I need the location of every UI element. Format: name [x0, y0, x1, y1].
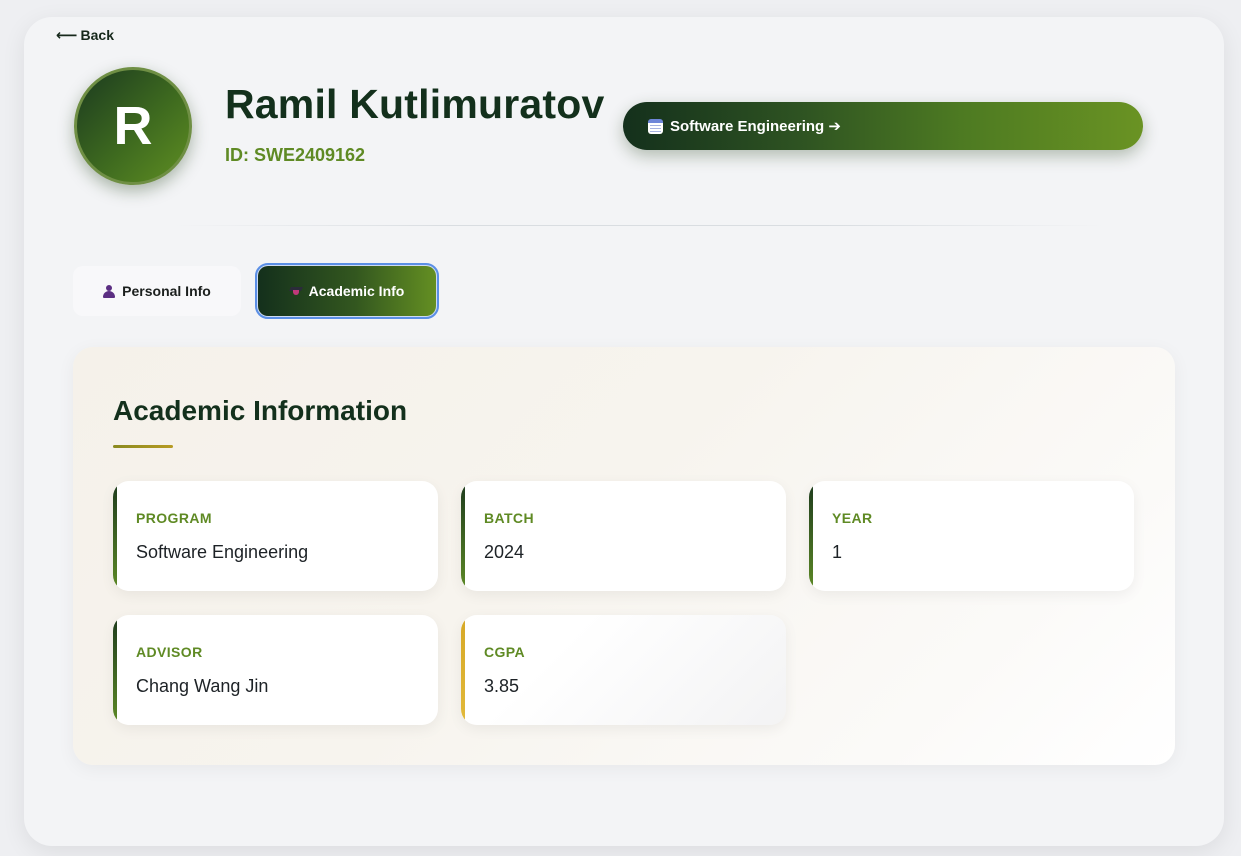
info-card-program: PROGRAM Software Engineering: [113, 481, 438, 591]
section-title: Academic Information: [113, 395, 408, 426]
tab-personal-info-label: Personal Info: [122, 283, 211, 299]
info-card-advisor: ADVISOR Chang Wang Jin: [113, 615, 438, 725]
student-id: ID: SWE2409162: [225, 145, 366, 165]
card-value: 1: [832, 542, 843, 562]
info-card-cgpa: CGPA 3.85: [461, 615, 786, 725]
avatar-initial: R: [113, 96, 153, 156]
title-underline: [113, 445, 173, 448]
card-label: ADVISOR: [136, 644, 203, 660]
academic-info-panel: Academic Information PROGRAM Software En…: [73, 347, 1175, 765]
back-link[interactable]: ⟵ Back: [56, 26, 114, 44]
tab-academic-info[interactable]: Academic Info: [255, 263, 439, 319]
back-label: Back: [80, 27, 114, 43]
card-value: 3.85: [484, 676, 520, 696]
program-button[interactable]: Software Engineering ➔: [623, 102, 1143, 150]
card-label: PROGRAM: [136, 510, 212, 526]
card-value: Chang Wang Jin: [136, 676, 269, 696]
info-card-batch: BATCH 2024: [461, 481, 786, 591]
calendar-icon: [648, 118, 663, 134]
person-icon: [103, 284, 116, 298]
graduation-cap-icon: [290, 285, 302, 297]
card-value: Software Engineering: [136, 542, 309, 562]
back-arrow-icon: ⟵: [56, 27, 78, 44]
card-label: BATCH: [484, 510, 534, 526]
program-button-label: Software Engineering ➔: [670, 118, 841, 135]
card-value: 2024: [484, 542, 525, 562]
tab-personal-info[interactable]: Personal Info: [73, 266, 241, 316]
card-label: CGPA: [484, 644, 526, 660]
avatar: R: [74, 67, 192, 185]
card-label: YEAR: [832, 510, 873, 526]
info-card-year: YEAR 1: [809, 481, 1134, 591]
tab-academic-info-label: Academic Info: [308, 283, 405, 299]
student-name: Ramil Kutlimuratov: [225, 81, 605, 127]
profile-page: ⟵ Back R Ramil Kutlimuratov ID: SWE24091…: [24, 17, 1224, 846]
header-divider: [174, 225, 1104, 226]
